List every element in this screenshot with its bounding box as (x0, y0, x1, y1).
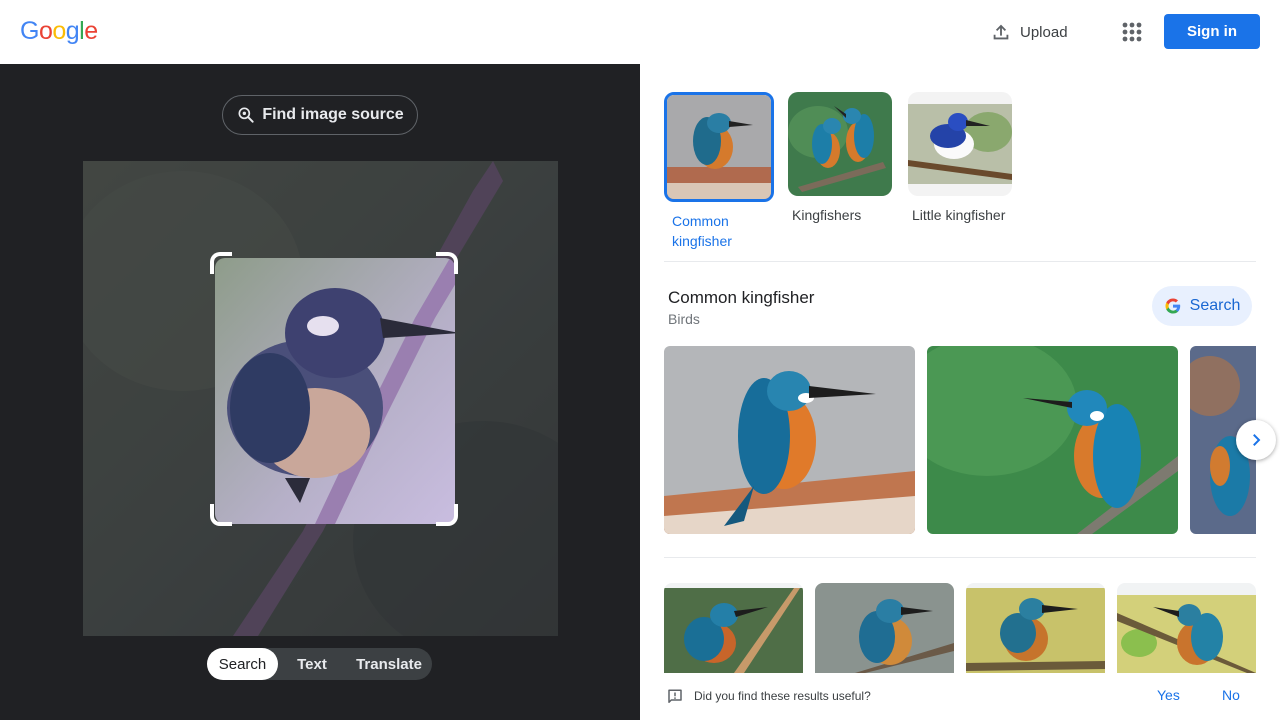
logo-letter: o (52, 17, 66, 45)
topic-thumbnail (788, 92, 892, 196)
feedback-bar: Did you find these results useful? Yes N… (640, 676, 1280, 720)
topic-thumbnail (908, 92, 1012, 196)
feedback-icon (668, 689, 682, 703)
divider (664, 261, 1256, 262)
feedback-no-button[interactable]: No (1222, 687, 1240, 703)
find-image-source-label: Find image source (262, 106, 404, 123)
result-image[interactable] (927, 346, 1178, 534)
result-thumbnail[interactable] (815, 583, 954, 673)
crop-handle-top-left[interactable] (210, 252, 232, 274)
mode-search-tab[interactable]: Search (207, 648, 278, 680)
crop-handle-bottom-left[interactable] (210, 504, 232, 526)
mode-text-tab[interactable]: Text (278, 648, 346, 680)
result-image[interactable] (664, 346, 915, 534)
chevron-right-icon (1253, 434, 1261, 446)
upload-icon (993, 24, 1009, 40)
results-panel: Common kingfisher Kingfishers Little kin… (640, 64, 1280, 720)
google-logo[interactable]: Google (20, 17, 98, 46)
query-image-panel: Find image source Search Text Translate (0, 64, 640, 720)
google-search-label: Search (1189, 297, 1241, 314)
find-image-source-button[interactable]: Find image source (222, 95, 418, 135)
upload-button[interactable]: Upload (990, 17, 1068, 47)
topic-common-kingfisher[interactable]: Common kingfisher (664, 92, 774, 251)
lens-search-icon (238, 107, 254, 123)
feedback-question: Did you find these results useful? (694, 689, 871, 703)
topic-label: Common kingfisher (672, 213, 732, 249)
mode-translate-tab[interactable]: Translate (346, 648, 432, 680)
topic-label: Kingfishers (792, 207, 862, 223)
logo-letter: o (38, 17, 53, 45)
topic-thumbnail (664, 92, 774, 202)
result-thumbnail[interactable] (966, 583, 1105, 673)
result-thumbnail[interactable] (664, 583, 803, 673)
query-photo (83, 161, 558, 636)
topic-label: Little kingfisher (912, 207, 1006, 223)
apps-grid-icon[interactable] (1118, 18, 1146, 46)
result-thumbnail[interactable] (1117, 583, 1256, 673)
next-results-button[interactable] (1236, 420, 1276, 460)
crop-handle-bottom-right[interactable] (436, 504, 458, 526)
logo-letter: g (65, 17, 80, 45)
google-search-button[interactable]: Search (1152, 286, 1252, 326)
topic-kingfishers[interactable]: Kingfishers (788, 92, 896, 225)
crop-selection[interactable] (215, 258, 455, 524)
topic-little-kingfisher[interactable]: Little kingfisher (908, 92, 1016, 225)
divider (664, 557, 1256, 558)
logo-letter: e (84, 17, 98, 45)
logo-letter: G (20, 17, 39, 45)
header: Google Upload Sign in (0, 0, 1280, 64)
sign-in-button[interactable]: Sign in (1164, 14, 1260, 49)
feedback-yes-button[interactable]: Yes (1157, 687, 1180, 703)
google-g-icon (1165, 298, 1180, 314)
mode-switcher: Search Text Translate (207, 648, 432, 680)
entity-title: Common kingfisher (668, 288, 815, 307)
crop-handle-top-right[interactable] (436, 252, 458, 274)
upload-label: Upload (1020, 23, 1068, 41)
entity-subtitle: Birds (668, 311, 700, 327)
